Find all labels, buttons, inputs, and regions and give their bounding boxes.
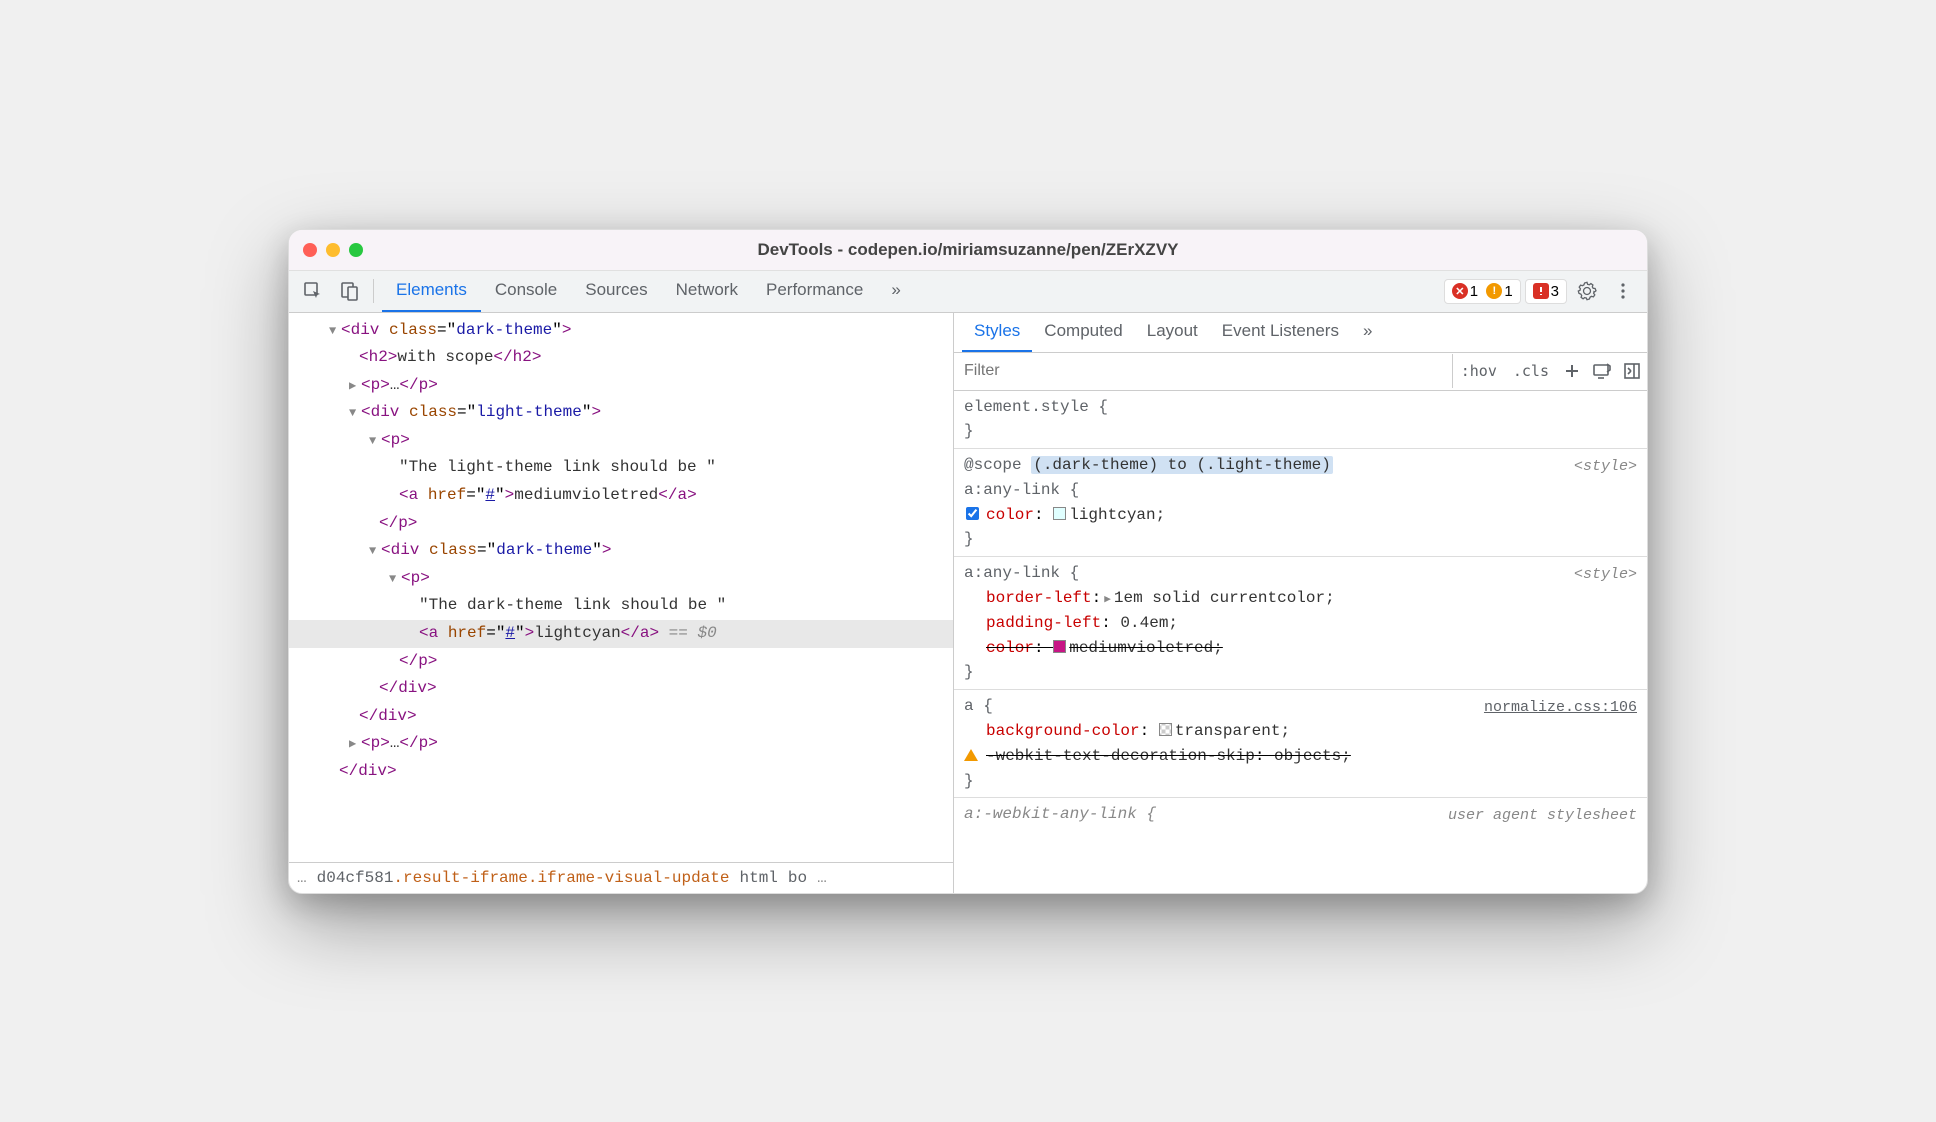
dom-node[interactable]: <h2>with scope</h2> [289,344,953,372]
rule-element-style[interactable]: element.style { } [954,391,1647,450]
elements-panel: ▼<div class="dark-theme"> <h2>with scope… [289,313,954,893]
dom-node[interactable]: </div> [289,758,953,786]
tab-sources[interactable]: Sources [571,270,661,312]
breadcrumb[interactable]: … d04cf581.result-iframe.iframe-visual-u… [289,862,953,893]
styles-tab-event-listeners[interactable]: Event Listeners [1210,312,1351,352]
error-count: 1 [1470,283,1478,300]
css-property[interactable]: border-left:▶1em solid currentcolor; [964,586,1637,611]
error-warning-badges[interactable]: ✕ 1 ! 1 [1444,279,1521,304]
dom-node[interactable]: ▶<p>…</p> [289,372,953,400]
rule-any-link[interactable]: <style> a:any-link { border-left:▶1em so… [954,557,1647,690]
settings-icon[interactable] [1571,275,1603,307]
styles-tabs: Styles Computed Layout Event Listeners » [954,313,1647,353]
color-swatch-icon[interactable] [1053,640,1066,653]
styles-tab-layout[interactable]: Layout [1135,312,1210,352]
css-property[interactable]: color: lightcyan; [964,503,1637,528]
css-property[interactable]: background-color: transparent; [964,719,1637,744]
dom-text[interactable]: "The dark-theme link should be " [289,592,953,620]
error-icon: ✕ [1452,283,1468,299]
dom-node[interactable]: </div> [289,675,953,703]
dom-node[interactable]: </div> [289,703,953,731]
warning-icon [964,749,978,761]
minimize-window-button[interactable] [326,243,340,257]
rule-source[interactable]: <style> [1574,455,1637,478]
breadcrumb-ellipsis[interactable]: … [297,869,307,887]
new-style-rule-icon[interactable] [1557,362,1587,380]
dom-node[interactable]: <a href="#">mediumvioletred</a> [289,482,953,510]
color-swatch-icon[interactable] [1053,507,1066,520]
tab-network[interactable]: Network [662,270,752,312]
css-property-overridden[interactable]: color: mediumvioletred; [964,636,1637,661]
tab-console[interactable]: Console [481,270,571,312]
rule-source-ua: user agent stylesheet [1448,804,1637,827]
styles-tab-computed[interactable]: Computed [1032,312,1134,352]
breadcrumb-item[interactable]: d04cf581.result-iframe.iframe-visual-upd… [317,869,730,887]
device-toolbar-icon[interactable] [333,275,365,307]
styles-tab-more[interactable]: » [1351,312,1384,352]
dom-text[interactable]: "The light-theme link should be " [289,454,953,482]
panel-tabs: Elements Console Sources Network Perform… [382,270,915,312]
dom-node-selected[interactable]: <a href="#">lightcyan</a> == $0 [289,620,953,648]
css-property-invalid[interactable]: -webkit-text-decoration-skip: objects; [964,744,1637,769]
dom-node[interactable]: ▼<div class="dark-theme"> [289,537,953,565]
dom-tree[interactable]: ▼<div class="dark-theme"> <h2>with scope… [289,313,953,862]
filter-input[interactable] [954,354,1453,388]
tab-elements[interactable]: Elements [382,270,481,312]
dom-node[interactable]: ▼<p> [289,427,953,455]
property-toggle[interactable] [966,507,979,520]
color-swatch-icon[interactable] [1159,723,1172,736]
breadcrumb-item[interactable]: html [739,869,777,887]
dom-node[interactable]: </p> [289,510,953,538]
css-property[interactable]: padding-left: 0.4em; [964,611,1637,636]
styles-panel: Styles Computed Layout Event Listeners »… [954,313,1647,893]
inspect-element-icon[interactable] [297,275,329,307]
warning-count: 1 [1504,283,1512,300]
dom-node[interactable]: ▼<div class="light-theme"> [289,399,953,427]
hov-button[interactable]: :hov [1453,356,1505,386]
rule-a[interactable]: normalize.css:106 a { background-color: … [954,690,1647,798]
devtools-window: DevTools - codepen.io/miriamsuzanne/pen/… [288,229,1648,894]
filter-row: :hov .cls [954,353,1647,391]
maximize-window-button[interactable] [349,243,363,257]
tab-performance[interactable]: Performance [752,270,877,312]
rule-source-link[interactable]: normalize.css:106 [1484,696,1637,719]
close-window-button[interactable] [303,243,317,257]
main-toolbar: Elements Console Sources Network Perform… [289,271,1647,313]
css-rules: element.style { } <style> @scope (.dark-… [954,391,1647,893]
warning-icon: ! [1486,283,1502,299]
window-title: DevTools - codepen.io/miriamsuzanne/pen/… [363,240,1573,260]
main-content: ▼<div class="dark-theme"> <h2>with scope… [289,313,1647,893]
cls-button[interactable]: .cls [1505,356,1557,386]
issues-icon [1533,283,1549,299]
rule-scope-any-link[interactable]: <style> @scope (.dark-theme) to (.light-… [954,449,1647,557]
computed-sidebar-toggle-icon[interactable] [1617,362,1647,380]
issues-count: 3 [1551,283,1559,300]
rule-source[interactable]: <style> [1574,563,1637,586]
issues-badge[interactable]: 3 [1525,279,1567,304]
traffic-lights [303,243,363,257]
dom-node[interactable]: ▶<p>…</p> [289,730,953,758]
dom-node[interactable]: ▼<div class="dark-theme"> [289,317,953,345]
breadcrumb-item[interactable]: bo [788,869,807,887]
dom-node[interactable]: ▼<p> [289,565,953,593]
titlebar: DevTools - codepen.io/miriamsuzanne/pen/… [289,230,1647,271]
tab-more[interactable]: » [877,270,914,312]
rule-ua-any-link[interactable]: user agent stylesheet a:-webkit-any-link… [954,798,1647,831]
breadcrumb-trail-ellipsis[interactable]: … [817,869,827,887]
kebab-menu-icon[interactable] [1607,275,1639,307]
rendering-emulations-icon[interactable] [1587,362,1617,380]
dom-node[interactable]: </p> [289,648,953,676]
styles-tab-styles[interactable]: Styles [962,312,1032,352]
